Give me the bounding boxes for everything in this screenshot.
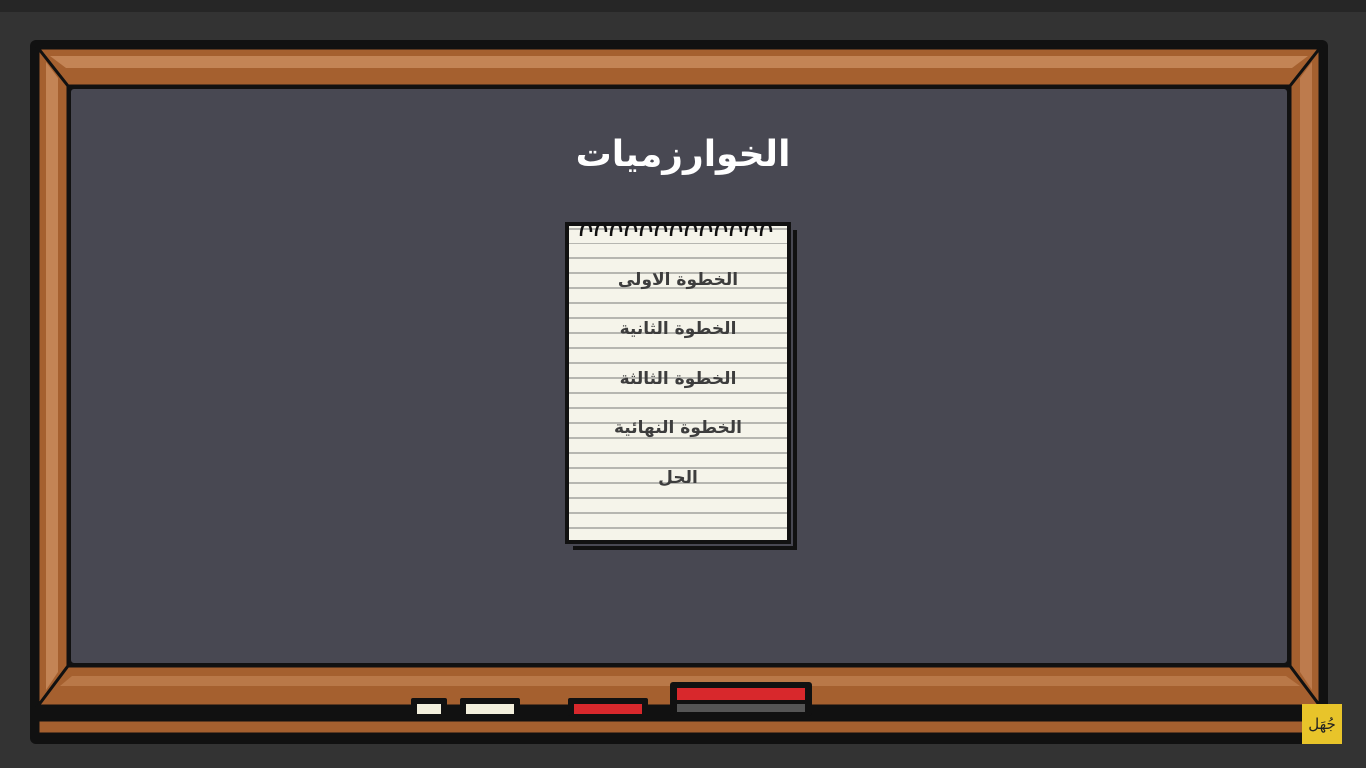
chalk-tray: [36, 682, 1322, 736]
white-chalk-small-icon: [411, 698, 447, 716]
eraser-icon: [670, 682, 812, 716]
white-chalk-large-icon: [460, 698, 520, 716]
channel-logo: جُهَل: [1302, 704, 1342, 744]
red-chalk-icon: [568, 698, 648, 716]
